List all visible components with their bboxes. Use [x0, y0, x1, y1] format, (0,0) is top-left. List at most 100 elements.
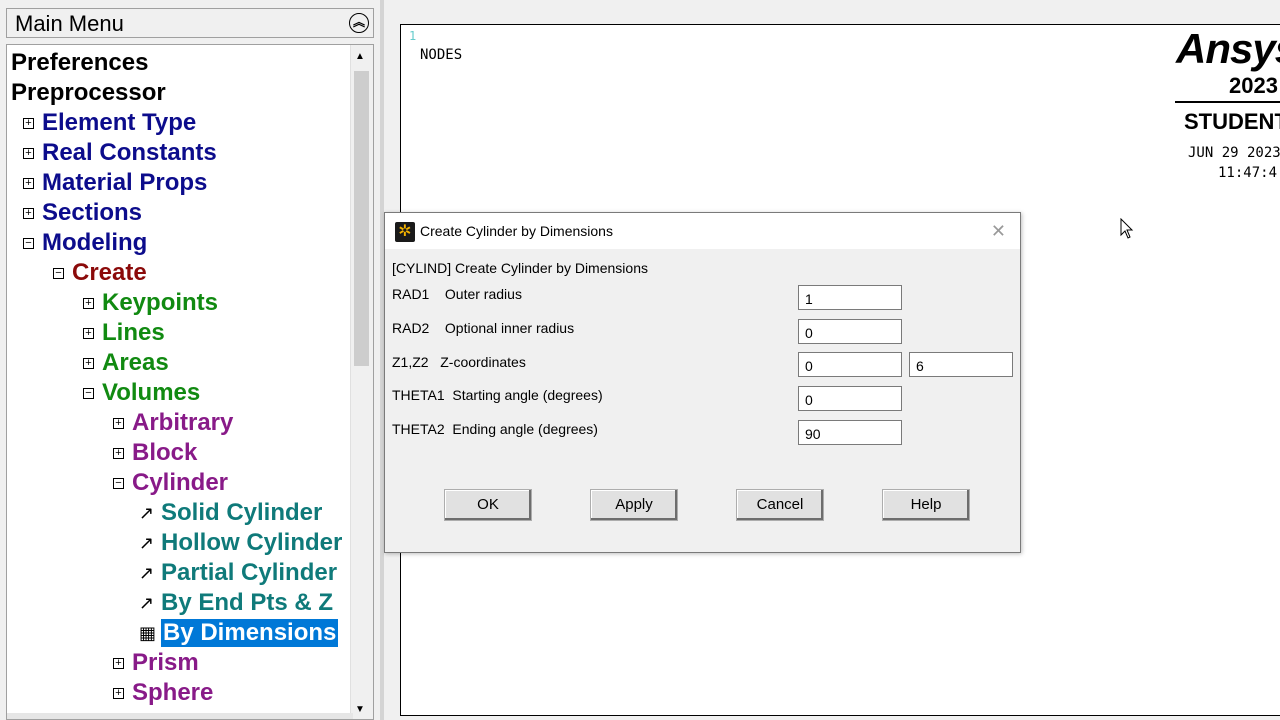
z1-input[interactable] [798, 352, 902, 377]
close-icon[interactable]: ✕ [991, 221, 1006, 242]
tree-item-label: Lines [102, 319, 165, 346]
dialog-titlebar[interactable]: ✲ Create Cylinder by Dimensions ✕ [385, 213, 1020, 249]
tree-item-label: Sphere [132, 679, 214, 706]
ansys-logo: Ansys [1176, 25, 1280, 72]
tree-item-real-constants[interactable]: + Real Constants [23, 138, 217, 168]
menu-tree: Preferences Preprocessor + Element Type +… [6, 44, 374, 720]
cancel-button[interactable]: Cancel [736, 489, 824, 521]
tree-item-label: Element Type [42, 109, 197, 136]
tree-item-sphere[interactable]: + Sphere [113, 678, 213, 708]
tree-item-sections[interactable]: + Sections [23, 198, 142, 228]
arrow-pick-icon: ↗ [139, 502, 155, 523]
expand-plus-icon[interactable]: + [113, 657, 124, 669]
collapse-minus-icon[interactable]: − [23, 237, 34, 249]
help-button[interactable]: Help [882, 489, 970, 521]
scrollbar-thumb[interactable] [354, 71, 369, 366]
ansys-version: 2023 [1229, 73, 1278, 98]
window-number: 1 [409, 29, 417, 43]
tree-item-label: Solid Cylinder [161, 499, 323, 526]
tree-item-element-type[interactable]: + Element Type [23, 108, 196, 138]
tree-item-label: Volumes [102, 379, 201, 406]
tree-item-label: Preferences [11, 49, 149, 76]
expand-plus-icon[interactable]: + [23, 117, 34, 129]
tree-item-label: Block [132, 439, 198, 466]
collapse-menu-icon[interactable]: ︽ [349, 13, 369, 33]
z2-input[interactable] [909, 352, 1013, 377]
collapse-minus-icon[interactable]: − [83, 387, 94, 399]
arrow-pick-icon: ↗ [139, 562, 155, 583]
tree-item-partial-cylinder[interactable]: ↗ Partial Cylinder [139, 558, 337, 588]
dialog-title: Create Cylinder by Dimensions [420, 223, 613, 239]
expand-plus-icon[interactable]: + [23, 177, 34, 189]
tree-item-label: Preprocessor [11, 79, 166, 106]
theta2-input[interactable] [798, 420, 902, 445]
tree-item-lines[interactable]: + Lines [83, 318, 165, 348]
tree-item-by-dimensions[interactable]: ▦ By Dimensions [139, 618, 339, 648]
collapse-minus-icon[interactable]: − [53, 267, 64, 279]
tree-item-label: Partial Cylinder [161, 559, 338, 586]
tree-item-label: Arbitrary [132, 409, 234, 436]
expand-plus-icon[interactable]: + [113, 447, 124, 459]
command-description: [CYLIND] Create Cylinder by Dimensions [392, 260, 648, 276]
create-cylinder-dialog: ✲ Create Cylinder by Dimensions ✕ [CYLIN… [384, 212, 1021, 553]
tree-item-label: Hollow Cylinder [161, 529, 343, 556]
tree-item-cylinder[interactable]: − Cylinder [113, 468, 228, 498]
scroll-down-icon[interactable]: ▼ [355, 704, 365, 715]
tree-item-label: Modeling [42, 229, 148, 256]
dialog-form-icon: ▦ [139, 622, 157, 643]
rad2-input[interactable] [798, 319, 902, 344]
tree-item-label: Prism [132, 649, 199, 676]
tree-item-material-props[interactable]: + Material Props [23, 168, 207, 198]
logo-divider [1175, 101, 1280, 103]
tree-item-hollow-cylinder[interactable]: ↗ Hollow Cylinder [139, 528, 342, 558]
tree-item-preferences[interactable]: Preferences [11, 48, 148, 78]
apply-button[interactable]: Apply [590, 489, 678, 521]
expand-plus-icon[interactable]: + [83, 327, 94, 339]
scroll-up-icon[interactable]: ▲ [355, 51, 365, 62]
tree-item-label: Keypoints [102, 289, 219, 316]
expand-plus-icon[interactable]: + [23, 207, 34, 219]
z-coordinates-label: Z1,Z2 Z-coordinates [392, 354, 526, 370]
tree-horizontal-scrollbar[interactable] [7, 713, 353, 719]
main-menu-panel: Main Menu ︽ Preferences Preprocessor + El… [0, 0, 380, 720]
tree-item-areas[interactable]: + Areas [83, 348, 169, 378]
expand-plus-icon[interactable]: + [113, 687, 124, 699]
tree-item-label: By End Pts & Z [161, 589, 334, 616]
tree-item-preprocessor[interactable]: Preprocessor [11, 78, 166, 108]
rad1-input[interactable] [798, 285, 902, 310]
tree-item-solid-cylinder[interactable]: ↗ Solid Cylinder [139, 498, 322, 528]
plot-date: JUN 29 2023 [1188, 145, 1280, 161]
ansys-gear-icon: ✲ [395, 222, 415, 242]
rad2-label: RAD2 Optional inner radius [392, 320, 575, 336]
ok-button[interactable]: OK [444, 489, 532, 521]
tree-item-by-end-pts[interactable]: ↗ By End Pts & Z [139, 588, 333, 618]
theta1-input[interactable] [798, 386, 902, 411]
main-menu-title: Main Menu [15, 11, 124, 36]
plot-label: NODES [420, 47, 463, 63]
plot-time: 11:47:4 [1218, 165, 1278, 181]
expand-plus-icon[interactable]: + [83, 297, 94, 309]
tree-item-label: Areas [102, 349, 169, 376]
mouse-cursor-icon [1120, 218, 1134, 239]
arrow-pick-icon: ↗ [139, 592, 155, 613]
ansys-edition: STUDENT [1184, 109, 1280, 134]
tree-item-label: Sections [42, 199, 143, 226]
collapse-minus-icon[interactable]: − [113, 477, 124, 489]
theta1-label: THETA1 Starting angle (degrees) [392, 387, 603, 403]
arrow-pick-icon: ↗ [139, 532, 155, 553]
expand-plus-icon[interactable]: + [113, 417, 124, 429]
tree-item-keypoints[interactable]: + Keypoints [83, 288, 218, 318]
rad1-label: RAD1 Outer radius [392, 286, 522, 302]
tree-item-label: Material Props [42, 169, 208, 196]
tree-item-block[interactable]: + Block [113, 438, 197, 468]
expand-plus-icon[interactable]: + [23, 147, 34, 159]
tree-item-volumes[interactable]: − Volumes [83, 378, 200, 408]
expand-plus-icon[interactable]: + [83, 357, 94, 369]
tree-item-prism[interactable]: + Prism [113, 648, 199, 678]
tree-item-create[interactable]: − Create [53, 258, 147, 288]
tree-vertical-scrollbar[interactable]: ▲ ▼ [350, 45, 373, 719]
main-menu-header: Main Menu ︽ [6, 8, 374, 38]
tree-item-modeling[interactable]: − Modeling [23, 228, 147, 258]
tree-item-label: Real Constants [42, 139, 217, 166]
tree-item-arbitrary[interactable]: + Arbitrary [113, 408, 233, 438]
